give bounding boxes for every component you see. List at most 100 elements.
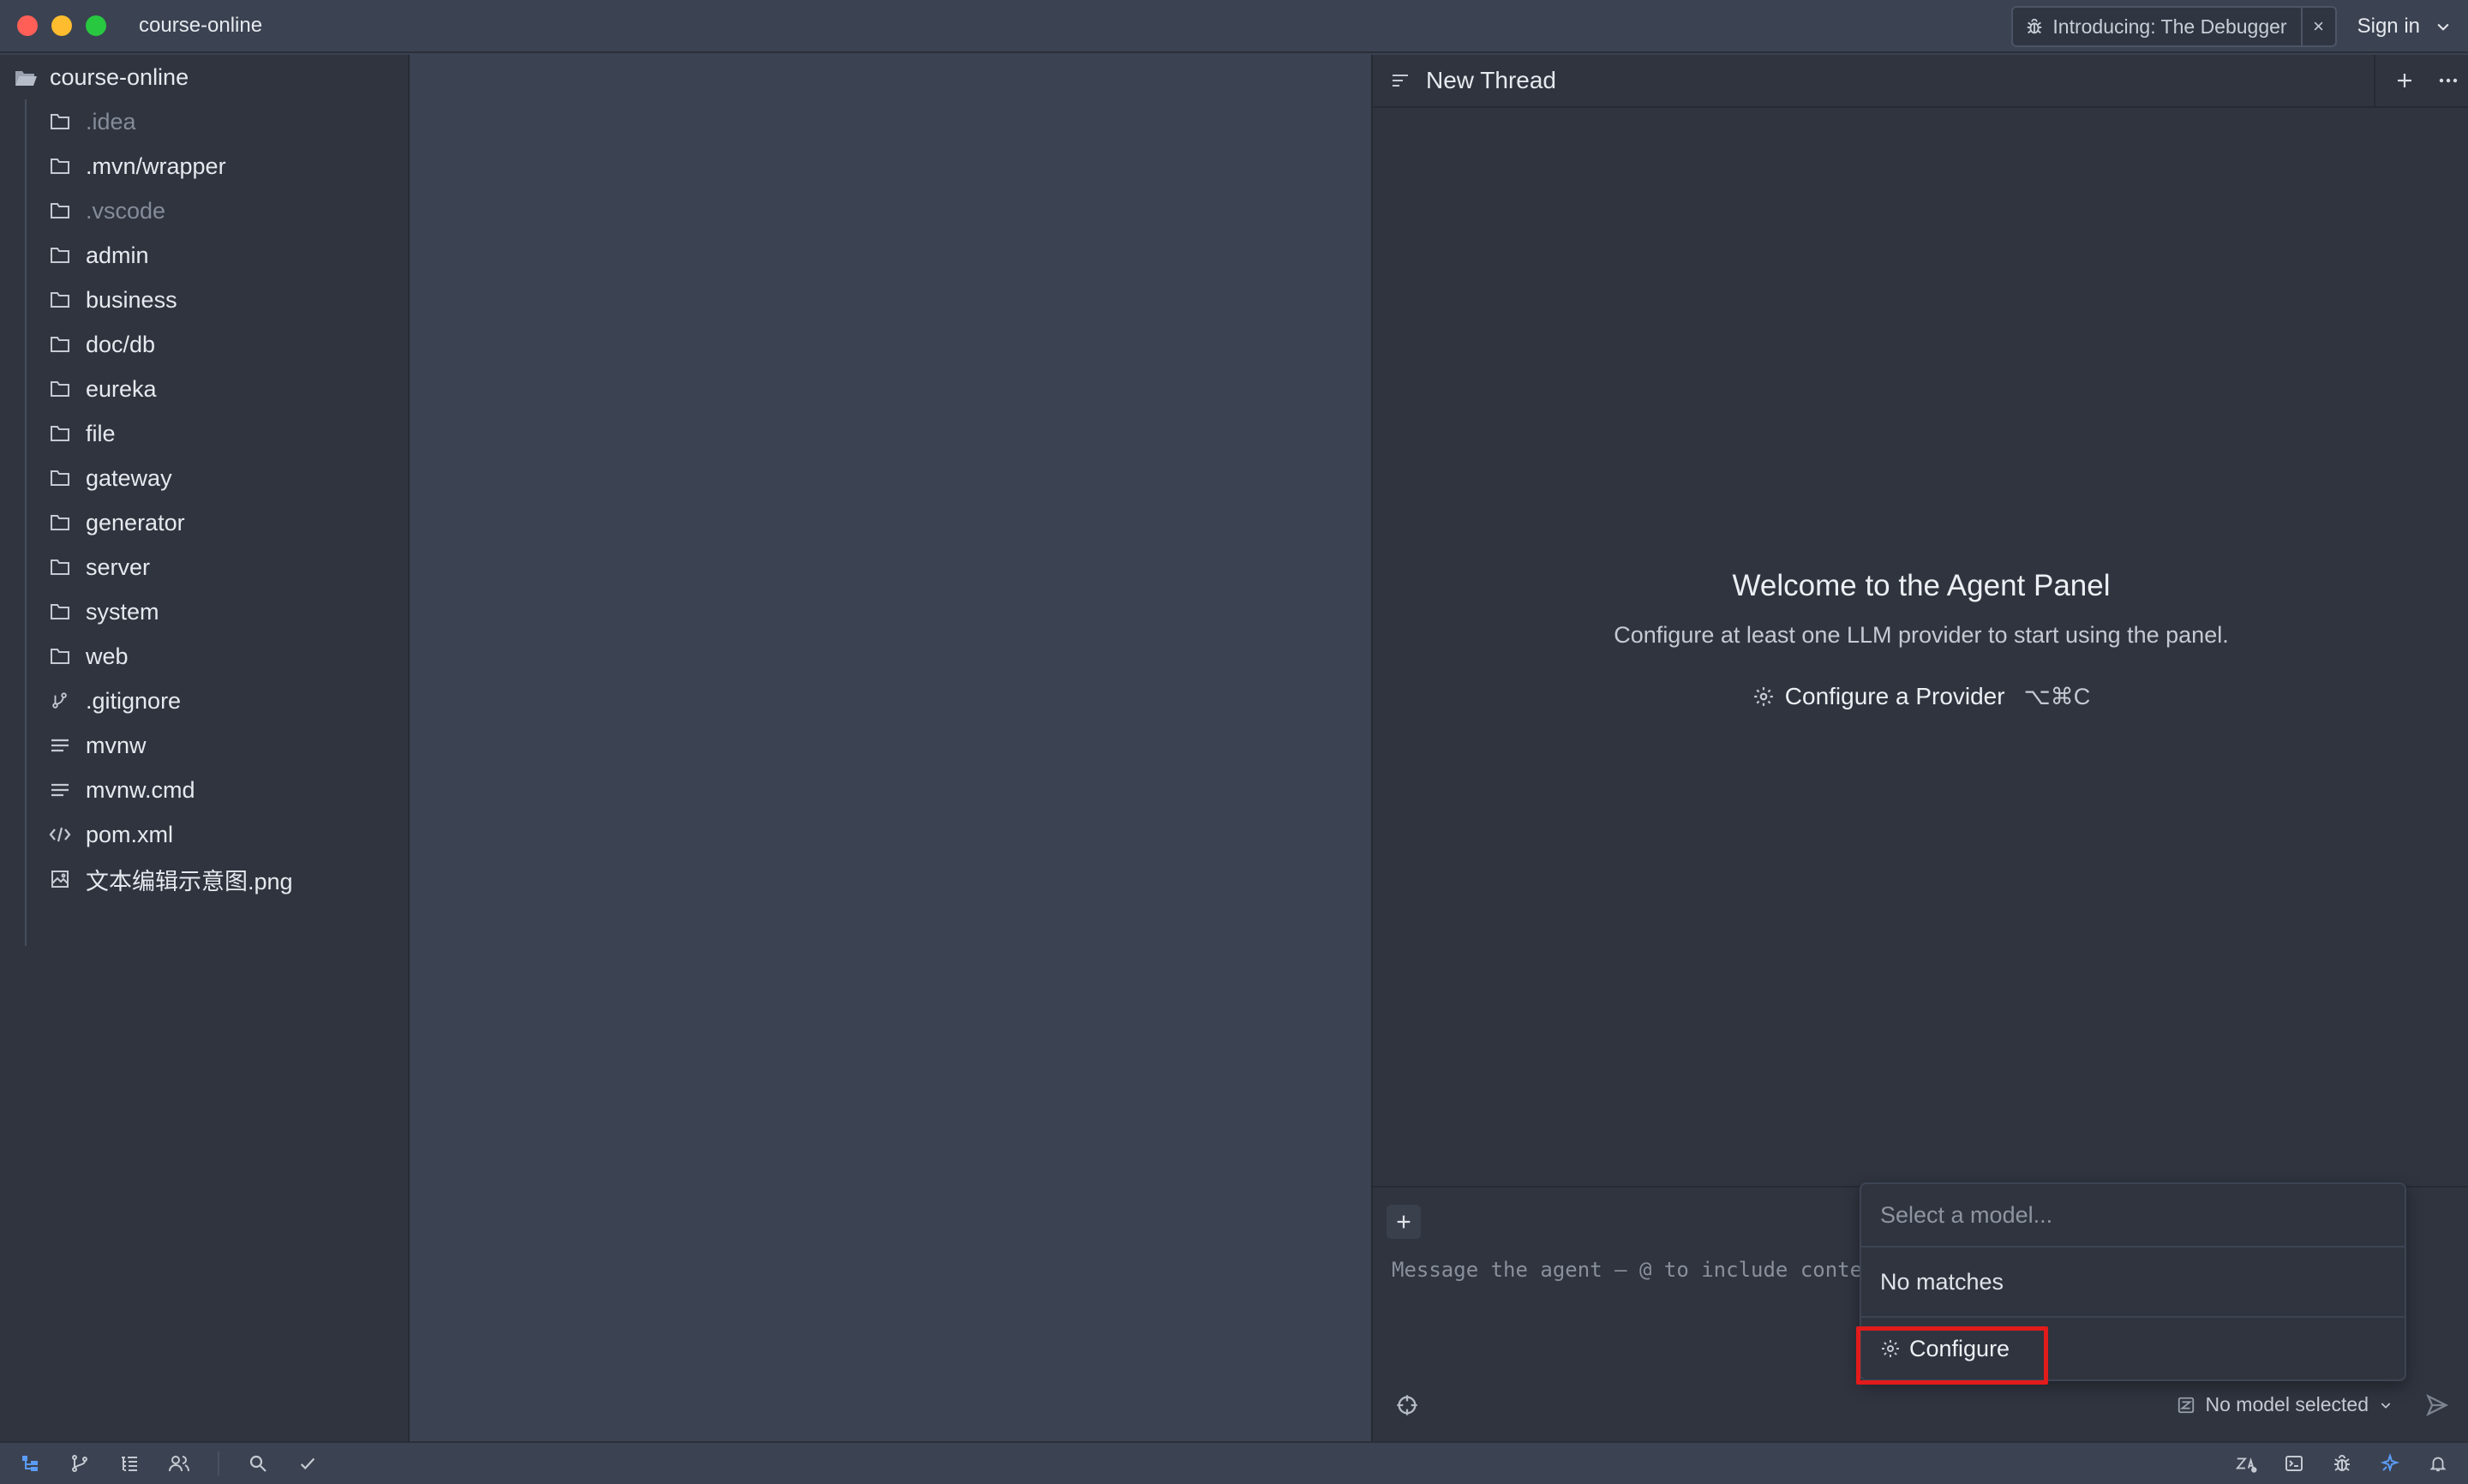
thread-list-icon[interactable] xyxy=(1390,70,1411,91)
search-icon[interactable] xyxy=(247,1452,269,1475)
file-tree-item[interactable]: system xyxy=(0,589,408,634)
terminal-icon[interactable] xyxy=(2283,1452,2305,1475)
code-file-icon xyxy=(48,823,72,847)
text-file-icon xyxy=(48,733,72,757)
file-tree-item[interactable]: doc/db xyxy=(0,322,408,367)
minimize-window-button[interactable] xyxy=(51,15,72,36)
text-file-icon xyxy=(48,778,72,802)
folder-icon xyxy=(48,332,72,356)
file-tree-item-label: pom.xml xyxy=(86,821,174,847)
file-tree-item[interactable]: web xyxy=(0,634,408,679)
file-tree-item[interactable]: generator xyxy=(0,500,408,545)
file-tree-item[interactable]: admin xyxy=(0,233,408,278)
thread-title: New Thread xyxy=(1426,67,1557,93)
file-tree-item-label: .vscode xyxy=(86,197,166,224)
bell-icon[interactable] xyxy=(2427,1452,2449,1475)
file-tree-item-label: .gitignore xyxy=(86,687,182,714)
agent-header: New Thread xyxy=(1373,55,2468,108)
file-tree-item[interactable]: gateway xyxy=(0,456,408,500)
folder-icon xyxy=(48,600,72,624)
folder-icon xyxy=(48,110,72,134)
file-tree-item-label: generator xyxy=(86,509,185,536)
folder-icon xyxy=(48,511,72,535)
git-branch-icon[interactable] xyxy=(69,1452,91,1475)
sign-in-button[interactable]: Sign in xyxy=(2357,15,2420,39)
file-tree-item[interactable]: eureka xyxy=(0,367,408,411)
folder-icon xyxy=(48,199,72,223)
tree-indent-guide xyxy=(25,99,27,946)
zoom-window-button[interactable] xyxy=(86,15,106,36)
folder-icon xyxy=(48,243,72,267)
chevron-down-icon[interactable] xyxy=(2434,17,2453,36)
outline-icon[interactable] xyxy=(118,1452,141,1475)
status-bar xyxy=(0,1441,2468,1484)
open-folder-icon xyxy=(14,67,38,87)
file-tree-item[interactable]: file xyxy=(0,411,408,456)
welcome-title: Welcome to the Agent Panel xyxy=(1732,569,2111,602)
model-selector-label: No model selected xyxy=(2205,1393,2369,1415)
window-title: course-online xyxy=(139,14,263,37)
file-tree-item-label: file xyxy=(86,420,116,446)
plus-icon[interactable] xyxy=(2394,70,2415,91)
file-tree-item[interactable]: .gitignore xyxy=(0,679,408,723)
git-icon xyxy=(48,689,72,713)
collaboration-icon[interactable] xyxy=(168,1452,190,1475)
more-options-icon[interactable] xyxy=(2437,70,2459,91)
file-tree-item[interactable]: business xyxy=(0,278,408,322)
folder-icon xyxy=(48,644,72,668)
add-context-button[interactable] xyxy=(1387,1205,1421,1239)
file-tree-item[interactable]: pom.xml xyxy=(0,812,408,857)
configure-provider-button[interactable]: Configure a Provider ⌥⌘C xyxy=(1752,683,2090,710)
highlight-box xyxy=(1856,1326,2048,1385)
file-tree-item[interactable]: 文本编辑示意图.png xyxy=(0,857,408,901)
close-window-button[interactable] xyxy=(17,15,38,36)
project-root[interactable]: course-online xyxy=(0,55,408,99)
project-panel: course-online .idea .mvn/wrapper .vscode ad… xyxy=(0,55,410,1441)
file-tree-item-label: mvnw xyxy=(86,732,147,758)
welcome-text: Configure at least one LLM provider to s… xyxy=(1614,622,2229,648)
zed-icon xyxy=(2177,1396,2195,1415)
debug-icon[interactable] xyxy=(2331,1452,2353,1475)
folder-icon xyxy=(48,422,72,446)
editor-pane[interactable] xyxy=(411,55,1371,1441)
check-icon[interactable] xyxy=(297,1452,319,1475)
bug-icon xyxy=(2025,17,2044,36)
send-icon[interactable] xyxy=(2425,1393,2449,1417)
folder-icon xyxy=(48,154,72,178)
file-tree-item[interactable]: mvnw xyxy=(0,723,408,768)
model-empty-state: No matches xyxy=(1861,1248,2405,1318)
model-selector[interactable]: No model selected xyxy=(2177,1393,2393,1416)
window-controls xyxy=(17,15,106,36)
file-tree-item-label: admin xyxy=(86,242,149,268)
file-tree-item[interactable]: .vscode xyxy=(0,188,408,233)
announcement-close-button[interactable]: × xyxy=(2300,8,2335,45)
project-root-label: course-online xyxy=(50,63,189,90)
file-tree-item-label: 文本编辑示意图.png xyxy=(86,868,293,895)
chevron-down-icon xyxy=(2379,1398,2393,1412)
announcement-banner[interactable]: Introducing: The Debugger × xyxy=(2011,6,2337,47)
message-input[interactable]: Message the agent – @ to include context xyxy=(1392,1258,1872,1282)
project-panel-icon[interactable] xyxy=(19,1452,41,1475)
folder-icon xyxy=(48,466,72,490)
model-search-input[interactable]: Select a model... xyxy=(1861,1184,2405,1248)
folder-icon xyxy=(48,377,72,401)
title-bar: course-online Introducing: The Debugger … xyxy=(0,0,2468,53)
file-tree-item-label: web xyxy=(86,643,129,669)
file-tree-item[interactable]: .mvn/wrapper xyxy=(0,144,408,188)
agent-welcome: Welcome to the Agent Panel Configure at … xyxy=(1373,569,2468,712)
file-tree: .idea .mvn/wrapper .vscode admin business doc… xyxy=(0,99,408,946)
file-tree-item[interactable]: .idea xyxy=(0,99,408,144)
gear-icon xyxy=(1752,685,1775,708)
ai-sparkle-icon[interactable] xyxy=(2379,1452,2401,1475)
crosshair-icon[interactable] xyxy=(1395,1393,1419,1417)
file-tree-item-label: system xyxy=(86,598,159,625)
status-divider xyxy=(218,1451,219,1475)
file-tree-item-label: server xyxy=(86,554,151,580)
configure-provider-label: Configure a Provider xyxy=(1784,683,2005,709)
zed-predict-icon[interactable] xyxy=(2235,1452,2257,1475)
folder-icon xyxy=(48,288,72,312)
file-tree-item-label: eureka xyxy=(86,375,157,402)
file-tree-item[interactable]: server xyxy=(0,545,408,589)
file-tree-item[interactable]: mvnw.cmd xyxy=(0,768,408,812)
file-tree-item-label: mvnw.cmd xyxy=(86,776,195,803)
